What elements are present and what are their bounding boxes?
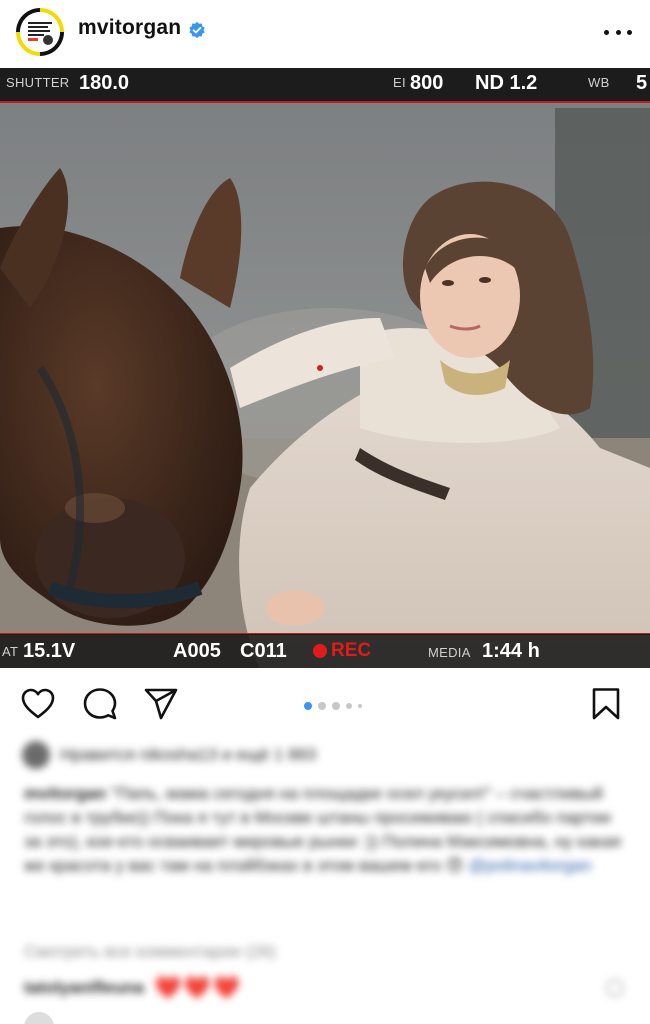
comment-username[interactable]: tatolyanifleuna — [24, 978, 144, 998]
carousel-dot-active — [304, 702, 312, 710]
voltage-value: 15.1V — [23, 640, 76, 662]
carousel-dot — [318, 702, 326, 710]
share-icon[interactable] — [143, 686, 179, 722]
avatar-graphic — [20, 12, 60, 52]
comment-hearts: ❤️❤️❤️ — [153, 975, 243, 1000]
liker-avatar — [22, 741, 50, 769]
caption-username[interactable]: mvitorgan — [24, 784, 106, 803]
profile-avatar[interactable] — [16, 8, 64, 56]
nd-value: ND 1.2 — [475, 72, 538, 94]
carousel-indicator — [304, 702, 362, 710]
rec-dot-icon — [313, 644, 327, 658]
ei-label: EI — [393, 75, 406, 90]
current-user-avatar — [24, 1012, 54, 1024]
more-icon-dot — [627, 29, 632, 35]
view-all-comments-link[interactable]: Смотреть все комментарии (26) — [24, 942, 276, 962]
wb-value: 5 — [636, 72, 648, 94]
clip-value: C011 — [240, 640, 287, 662]
more-options-button[interactable] — [604, 22, 632, 42]
at-label: AT — [2, 644, 19, 659]
post-media[interactable]: SHUTTER 180.0 EI 800 ND 1.2 WB 5 AT 15.1… — [0, 68, 650, 668]
more-icon-dot — [615, 29, 621, 35]
ei-value: 800 — [410, 72, 444, 94]
bookmark-icon[interactable] — [588, 686, 624, 722]
likes-row[interactable]: Нравится nikosha13 и ещё 1 883 — [22, 740, 316, 770]
rec-label: REC — [331, 640, 372, 661]
camera-hud-bottom: AT 15.1V A005 C011 REC MEDIA 1:44 h — [0, 634, 650, 668]
comment-row: tatolyanifleuna ❤️❤️❤️ — [24, 975, 634, 1001]
reel-value: A005 — [173, 640, 221, 662]
carousel-dot — [358, 704, 362, 708]
likes-text: Нравится nikosha13 и ещё 1 883 — [60, 745, 317, 764]
avatar-image — [20, 12, 60, 52]
verified-icon — [189, 21, 205, 39]
shutter-value: 180.0 — [79, 72, 130, 94]
carousel-dot — [332, 702, 340, 710]
caption-mention[interactable]: @polinavitorgan — [468, 856, 591, 875]
heart-icon[interactable] — [20, 686, 56, 722]
post-caption: mvitorgan "Папь, мама сегодня на площадк… — [24, 782, 624, 878]
camera-hud-top: SHUTTER 180.0 EI 800 ND 1.2 WB 5 — [0, 68, 650, 102]
media-label: MEDIA — [428, 645, 471, 660]
comment-like-icon[interactable] — [606, 979, 624, 997]
post-header: mvitorgan — [0, 0, 650, 68]
shutter-label: SHUTTER — [6, 75, 70, 90]
comment-icon[interactable] — [82, 686, 118, 722]
film-still-image — [0, 68, 650, 668]
more-icon — [604, 29, 609, 35]
wb-label: WB — [588, 75, 610, 90]
media-value: 1:44 h — [482, 640, 540, 662]
hud-top-line — [0, 101, 650, 103]
username[interactable]: mvitorgan — [78, 16, 181, 40]
action-bar — [0, 676, 650, 732]
carousel-dot — [346, 703, 352, 709]
